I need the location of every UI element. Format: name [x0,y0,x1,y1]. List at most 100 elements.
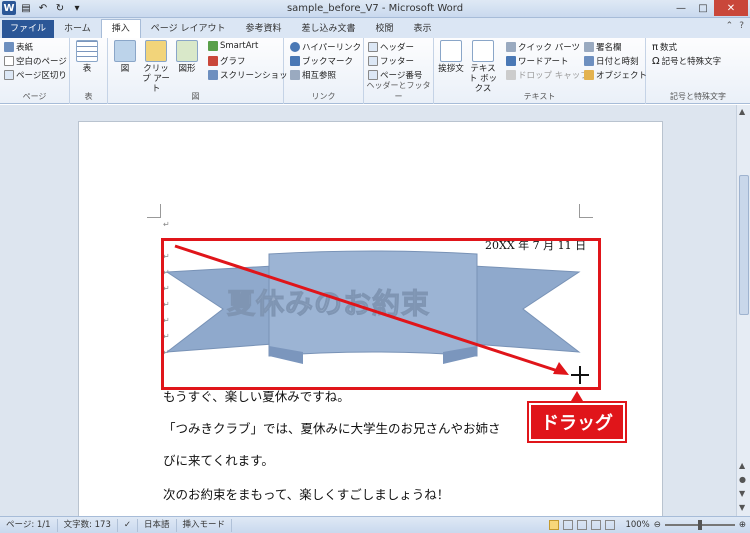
chart-button[interactable]: グラフ [208,55,246,67]
outline-icon[interactable] [591,520,602,530]
scroll-up-icon[interactable]: ▲ [739,107,745,116]
object-button[interactable]: オブジェクト [584,69,647,81]
chart-icon [208,56,218,66]
tab-view[interactable]: 表示 [404,20,442,38]
browse-object-icon[interactable]: ● [739,475,746,484]
proofing-icon[interactable]: ✓ [118,518,138,532]
tab-review[interactable]: 校閲 [365,20,403,38]
body-line-2: 「つみきクラブ」では、夏休みに大学生のお兄さんやお姉さ [163,421,501,436]
signature-line-icon [584,42,594,52]
scroll-down-icon[interactable]: ▼ [739,503,745,512]
page-break-button[interactable]: ページ区切り [4,69,67,81]
view-controls: 100% ⊖ ⊕ [549,520,750,530]
group-links: ハイパーリンク ブックマーク 相互参照 リンク [284,38,364,104]
drag-arrow-line [174,244,562,374]
smartart-button[interactable]: SmartArt [208,41,258,51]
wordart-button[interactable]: ワードアート [506,55,569,67]
header-icon [368,42,378,52]
object-icon [584,70,594,80]
page-break-icon [4,70,14,80]
symbol-button[interactable]: Ω 記号と特殊文字 [652,55,721,68]
tab-page-layout[interactable]: ページ レイアウト [141,20,236,38]
zoom-in-icon[interactable]: ⊕ [739,520,746,530]
quick-parts-button[interactable]: クイック パーツ [506,41,580,53]
shapes-button[interactable]: 図形 [176,40,198,74]
group-text: 挨拶文 テキスト ボックス クイック パーツ ワードアート ドロップ キャップ … [434,38,647,104]
footer-button[interactable]: フッター [368,55,414,67]
print-layout-icon[interactable] [549,520,560,530]
crosshair-cursor-icon [571,366,589,384]
status-language[interactable]: 日本語 [138,518,177,532]
clip-art-button[interactable]: クリップ アート [142,40,170,94]
bookmark-icon [290,56,300,66]
maximize-button[interactable]: □ [692,0,714,16]
page-number-icon [368,70,378,80]
reading-layout-icon[interactable] [563,520,574,530]
greeting-button[interactable]: 挨拶文 [438,40,464,74]
margin-corner-tr [579,204,593,218]
document-page[interactable]: ↵ 20XX 年 7 月 11 日 ↵ ↵ ↵ ↵ ↵ ↵ ↵ 夏休みのお約束 [78,121,663,516]
smartart-icon [208,41,218,51]
signature-line-button[interactable]: 署名欄 [584,41,622,53]
tab-home[interactable]: ホーム [54,20,101,38]
group-table: 表 表 [70,38,108,104]
prev-page-icon[interactable]: ▲ [739,461,745,470]
draft-icon[interactable] [605,520,616,530]
zoom-slider[interactable] [664,520,735,530]
table-icon [76,40,98,62]
drop-cap-icon [506,70,516,80]
drag-callout-label: ドラッグ [529,403,625,441]
tab-insert[interactable]: 挿入 [100,19,141,38]
table-button[interactable]: 表 [76,40,98,74]
status-bar: ページ: 1/1 文字数: 173 ✓ 日本語 挿入モード 100% ⊖ ⊕ [0,516,750,533]
scroll-thumb[interactable] [739,175,749,315]
status-word-count[interactable]: 文字数: 173 [58,518,118,532]
picture-button[interactable]: 図 [114,40,136,74]
hyperlink-icon [290,42,300,52]
group-label-links: リンク [311,92,336,101]
date-time-button[interactable]: 日付と時刻 [584,55,639,67]
header-button[interactable]: ヘッダー [368,41,414,53]
cover-page-icon [4,42,14,52]
ribbon-tools: ⌃ ? [726,21,744,31]
blank-page-button[interactable]: 空白のページ [4,55,67,67]
tab-references[interactable]: 参考資料 [235,20,291,38]
body-line-4: 次のお約束をまもって、楽しくすごしましょうね！ [163,487,450,502]
title-bar: W ▤ ↶ ↻ ▾ sample_before_V7 - Microsoft W… [0,0,750,18]
tab-mailings[interactable]: 差し込み文書 [291,20,365,38]
group-header-footer: ヘッダー フッター ページ番号 ヘッダーとフッター [364,38,434,104]
zoom-out-icon[interactable]: ⊖ [654,520,661,530]
picture-icon [114,40,136,62]
date-time-icon [584,56,594,66]
equation-button[interactable]: π 数式 [652,41,677,54]
web-layout-icon[interactable] [577,520,588,530]
vertical-scrollbar[interactable]: ▲ ▲ ● ▼ ▼ [736,105,750,516]
drop-cap-button[interactable]: ドロップ キャップ [506,69,589,81]
shapes-icon [176,40,198,62]
status-page[interactable]: ページ: 1/1 [0,518,58,532]
cross-reference-button[interactable]: 相互参照 [290,69,336,81]
screenshot-button[interactable]: スクリーンショット [208,69,296,81]
minimize-ribbon-icon[interactable]: ⌃ [726,21,734,31]
group-label-text: テキスト [523,92,556,101]
zoom-level[interactable]: 100% [625,520,649,530]
help-icon[interactable]: ? [739,21,744,31]
document-workspace: ↵ 20XX 年 7 月 11 日 ↵ ↵ ↵ ↵ ↵ ↵ ↵ 夏休みのお約束 [0,105,736,516]
omega-icon: Ω [652,55,660,67]
body-line-1: もうすぐ、楽しい夏休みですね。 [163,389,350,404]
text-box-button[interactable]: テキスト ボックス [468,40,498,94]
bookmark-button[interactable]: ブックマーク [290,55,353,67]
group-label-header-footer: ヘッダーとフッター [366,81,431,101]
wordart-icon [506,56,516,66]
tab-file[interactable]: ファイル [2,20,55,38]
cover-page-button[interactable]: 表紙 [4,41,33,53]
close-button[interactable]: ✕ [714,0,748,16]
hyperlink-button[interactable]: ハイパーリンク [290,41,361,53]
clip-art-icon [145,40,167,62]
minimize-button[interactable]: — [670,0,692,16]
group-label-illustrations: 図 [191,92,200,101]
status-insert-mode[interactable]: 挿入モード [177,518,233,532]
body-line-3: びに来てくれます。 [163,453,274,468]
drag-arrow [174,244,569,375]
next-page-icon[interactable]: ▼ [739,489,745,498]
